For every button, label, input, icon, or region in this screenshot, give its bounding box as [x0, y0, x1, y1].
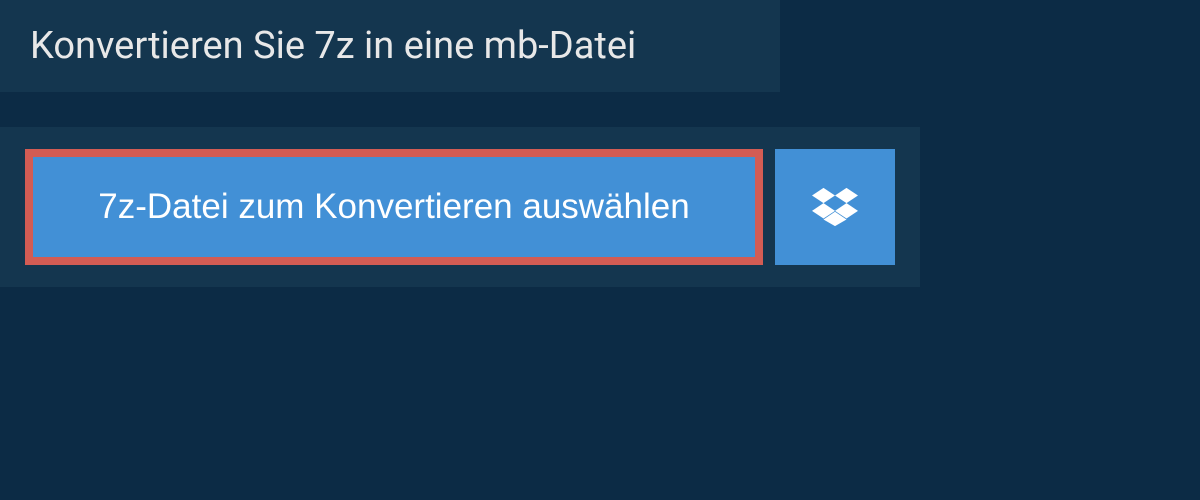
page-title: Konvertieren Sie 7z in eine mb-Datei	[30, 24, 750, 68]
dropbox-button[interactable]	[775, 149, 895, 265]
main-container: Konvertieren Sie 7z in eine mb-Datei 7z-…	[0, 0, 1200, 287]
select-file-label: 7z-Datei zum Konvertieren auswählen	[98, 187, 689, 227]
upload-section: 7z-Datei zum Konvertieren auswählen	[0, 127, 920, 287]
title-bar: Konvertieren Sie 7z in eine mb-Datei	[0, 0, 780, 92]
dropbox-icon	[812, 184, 858, 230]
select-file-button[interactable]: 7z-Datei zum Konvertieren auswählen	[25, 149, 763, 265]
